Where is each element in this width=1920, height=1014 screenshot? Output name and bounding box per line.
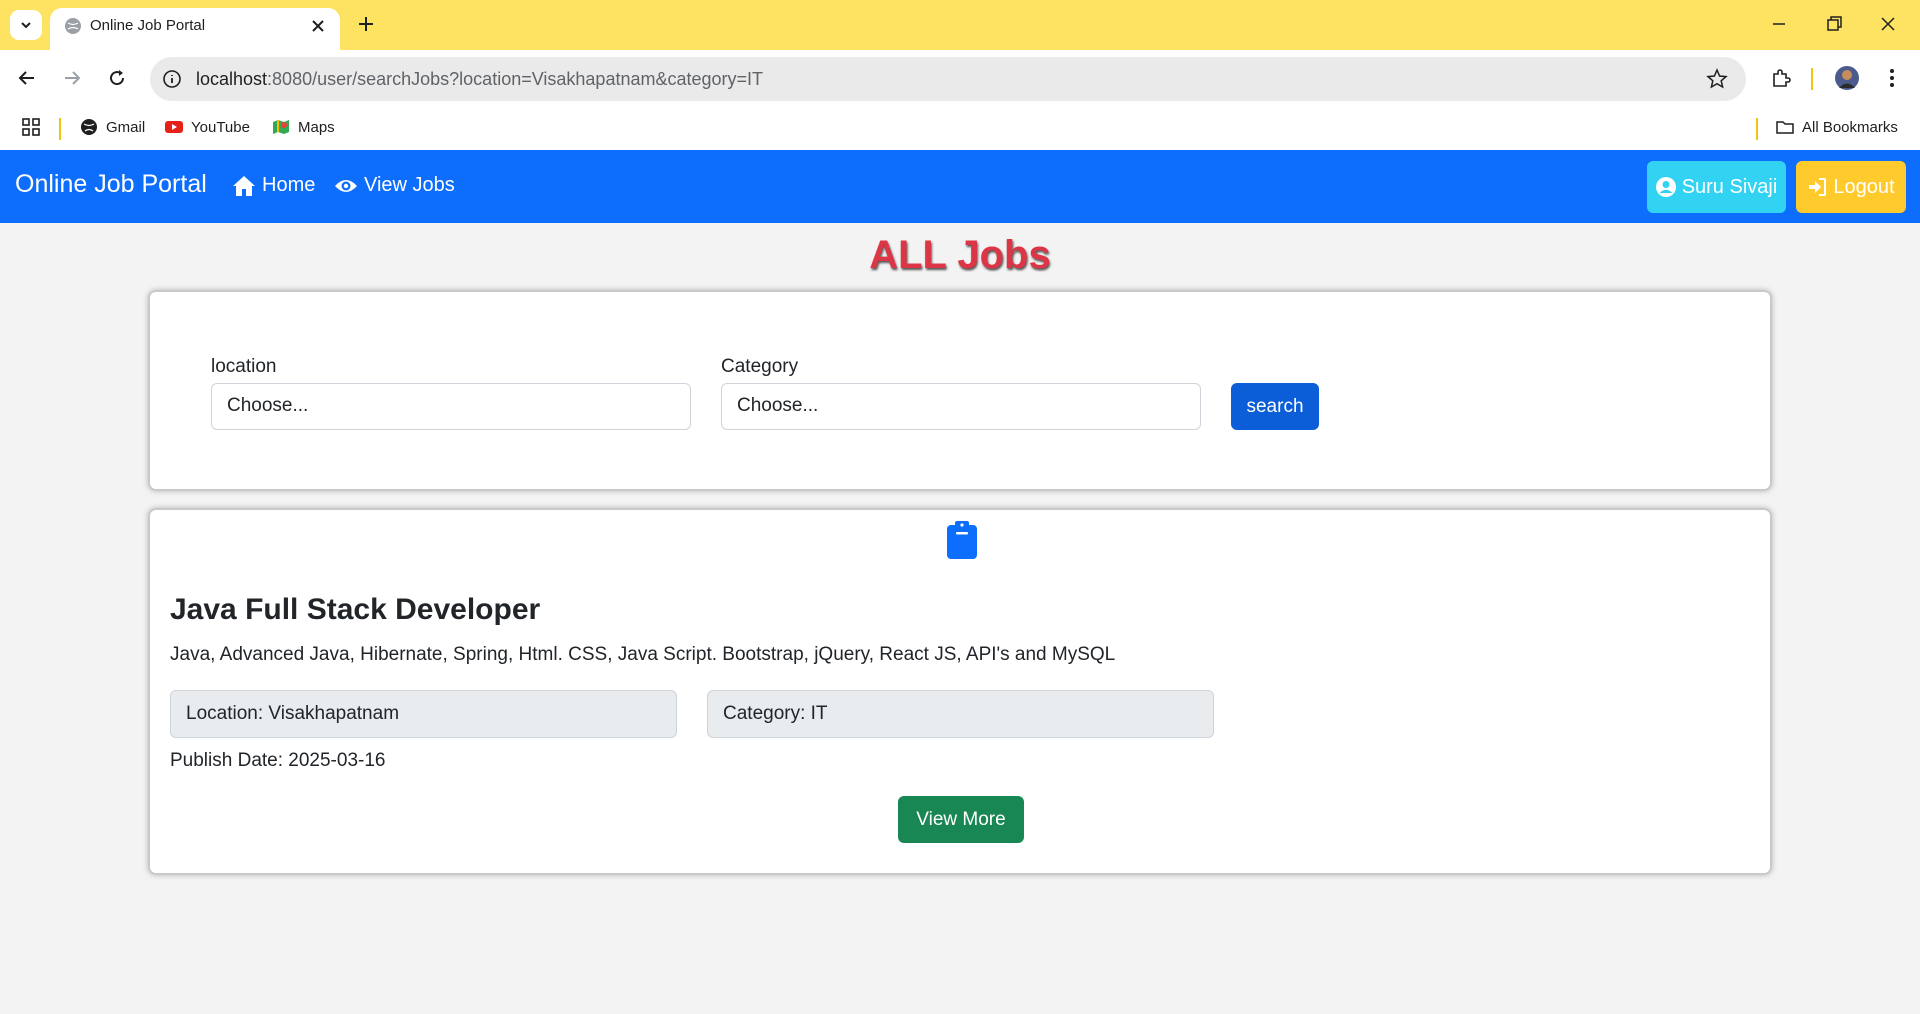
bookmark-youtube[interactable]: YouTube	[165, 118, 250, 136]
browser-toolbar: localhost:8080/user/searchJobs?location=…	[0, 50, 1920, 108]
job-description: Java, Advanced Java, Hibernate, Spring, …	[170, 644, 1116, 665]
bookmark-label: Gmail	[106, 118, 146, 136]
bookmark-maps[interactable]: Maps	[272, 118, 335, 136]
folder-icon	[1776, 121, 1794, 134]
job-category-field: Category: IT	[707, 690, 1214, 738]
minimize-icon[interactable]	[1767, 12, 1791, 36]
site-info-icon[interactable]	[162, 69, 182, 89]
job-location-field: Location: Visakhapatnam	[170, 690, 677, 738]
maps-icon	[273, 120, 289, 134]
page-title: ALL Jobs	[869, 233, 1051, 277]
browser-tab[interactable]: Online Job Portal	[50, 8, 340, 50]
user-circle-icon	[1655, 177, 1676, 197]
clipboard-icon	[947, 521, 977, 559]
view-more-button[interactable]: View More	[898, 796, 1024, 843]
window-close-icon[interactable]	[1876, 12, 1900, 36]
browser-menu-button[interactable]	[1879, 65, 1905, 91]
extensions-button[interactable]	[1768, 65, 1794, 91]
new-tab-icon[interactable]	[354, 12, 378, 36]
bookmarks-divider	[1756, 118, 1758, 140]
bookmark-gmail[interactable]: Gmail	[80, 118, 145, 136]
chevron-down-icon	[21, 22, 31, 29]
toolbar-divider	[1811, 68, 1813, 90]
avatar	[1835, 66, 1859, 90]
apps-grid-icon	[22, 118, 40, 136]
reload-icon	[110, 70, 125, 86]
all-bookmarks[interactable]: All Bookmarks	[1776, 118, 1898, 136]
category-select[interactable]: Choose...	[721, 383, 1201, 430]
restore-icon[interactable]	[1822, 12, 1846, 36]
user-name: Suru Sivaji	[1681, 175, 1778, 198]
tab-search-button[interactable]	[10, 10, 42, 40]
apps-button[interactable]	[22, 118, 40, 136]
nav-view-jobs-link[interactable]: View Jobs	[334, 174, 455, 197]
more-vert-icon	[1890, 69, 1894, 87]
youtube-icon	[165, 121, 183, 133]
search-form-card: location Choose... Category Choose... se…	[148, 290, 1772, 491]
back-button[interactable]	[14, 65, 40, 91]
close-icon[interactable]	[310, 18, 326, 34]
app-navbar: Online Job Portal Home View Jobs Suru Si…	[0, 150, 1920, 223]
url-text: localhost:8080/user/searchJobs?location=…	[196, 69, 764, 89]
home-icon	[233, 175, 255, 196]
globe-icon	[65, 18, 81, 34]
browser-tabstrip: Online Job Portal	[0, 0, 1920, 50]
logout-button[interactable]: Logout	[1796, 161, 1906, 213]
eye-icon	[335, 179, 357, 192]
arrow-left-icon	[18, 71, 34, 85]
bookmark-label: Maps	[298, 118, 335, 136]
job-publish-date: Publish Date: 2025-03-16	[170, 750, 386, 771]
bookmark-label: YouTube	[191, 118, 250, 136]
profile-button[interactable]	[1834, 65, 1860, 91]
globe-icon	[81, 119, 97, 135]
tab-title: Online Job Portal	[90, 17, 206, 34]
brand-link[interactable]: Online Job Portal	[15, 170, 207, 199]
nav-home-link[interactable]: Home	[232, 174, 315, 197]
bookmarks-divider	[59, 118, 61, 140]
location-select[interactable]: Choose...	[211, 383, 691, 430]
logout-label: Logout	[1833, 175, 1895, 198]
puzzle-icon	[1773, 69, 1791, 87]
nav-view-jobs-label: View Jobs	[364, 174, 455, 196]
search-button[interactable]: search	[1231, 383, 1319, 430]
job-card: Java Full Stack Developer Java, Advanced…	[148, 508, 1772, 875]
nav-home-label: Home	[262, 174, 316, 196]
category-label: Category	[721, 356, 799, 377]
bookmarks-bar: Gmail YouTube Maps All Bookmarks	[0, 108, 1920, 150]
all-bookmarks-label: All Bookmarks	[1802, 118, 1898, 136]
reload-button[interactable]	[104, 65, 130, 91]
location-label: location	[211, 356, 277, 377]
job-title: Java Full Stack Developer	[170, 593, 541, 626]
forward-button[interactable]	[59, 65, 85, 91]
arrow-right-icon	[65, 71, 81, 85]
sign-in-icon	[1809, 178, 1827, 196]
user-profile-button[interactable]: Suru Sivaji	[1647, 161, 1786, 213]
bookmark-star-icon[interactable]	[1706, 68, 1728, 90]
address-bar[interactable]: localhost:8080/user/searchJobs?location=…	[150, 57, 1746, 101]
